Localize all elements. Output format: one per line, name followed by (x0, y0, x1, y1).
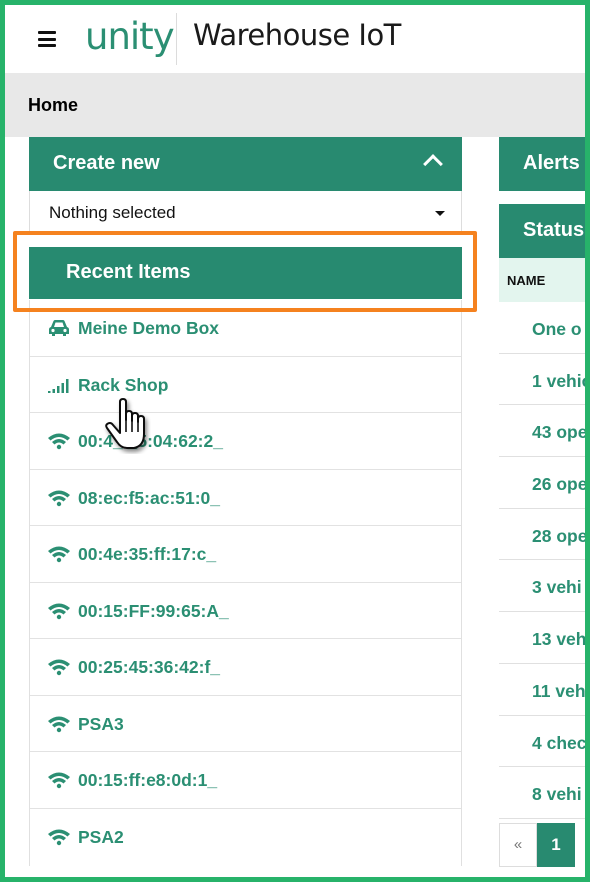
row-name: 4 chec (532, 732, 585, 753)
chevron-up-icon[interactable] (423, 154, 443, 174)
status-table-header: NAME (499, 258, 585, 302)
row-name: One o (532, 319, 582, 339)
alerts-panel-header[interactable]: Alerts (499, 137, 585, 191)
signal-bars-icon (48, 378, 69, 393)
highlight-box (13, 231, 477, 312)
top-bar: unity Warehouse IoT (5, 5, 585, 73)
row-name: 28 ope (532, 525, 585, 546)
status-panel-header[interactable]: Status (499, 204, 585, 258)
wifi-icon (48, 716, 70, 732)
table-row[interactable]: 3 vehi (499, 560, 585, 613)
create-new-header[interactable]: Create new (29, 137, 462, 191)
wifi-icon (48, 829, 70, 845)
row-name: 43 ope (532, 422, 585, 443)
list-item[interactable]: PSA2 (30, 809, 461, 866)
list-item-label: 00:25:45:36:42:f_ (78, 657, 221, 677)
list-item-label: 00:4e:35:ff:17:c_ (78, 544, 217, 564)
row-name: 11 veh (532, 680, 585, 701)
column-header-name[interactable]: NAME (507, 273, 545, 288)
app-title: Warehouse IoT (193, 18, 401, 52)
table-row[interactable]: 11 veh (499, 663, 585, 716)
hamburger-icon[interactable] (38, 31, 56, 47)
list-item[interactable]: PSA3 (30, 696, 461, 752)
unity-logo[interactable]: unity (85, 15, 175, 58)
pagination: « 1 (499, 823, 585, 867)
list-item-label: Rack Shop (78, 374, 169, 395)
hand-pointer-icon (105, 398, 145, 449)
row-name: 8 vehi (532, 784, 582, 805)
wifi-icon (48, 433, 70, 450)
breadcrumb-home[interactable]: Home (28, 95, 78, 116)
wifi-icon (48, 659, 70, 676)
row-name: 3 vehi (532, 577, 582, 598)
table-row[interactable]: 13 veh (499, 612, 585, 664)
list-item[interactable]: 00:25:45:36:42:f_ (30, 639, 461, 696)
status-table: One o 1 vehic 43 ope 26 ope 28 ope 3 veh… (499, 302, 585, 819)
wifi-icon (48, 546, 70, 563)
frame-edge (585, 0, 590, 882)
caret-down-icon (435, 211, 445, 216)
list-item-label: PSA3 (78, 713, 124, 734)
list-item[interactable]: 08:ec:f5:ac:51:0_ (30, 470, 461, 526)
create-new-title: Create new (53, 152, 160, 174)
list-item[interactable]: 00:4e:35:ff:17:c_ (30, 526, 461, 583)
car-icon (49, 320, 69, 336)
list-item-label: PSA2 (78, 826, 124, 847)
pagination-page-current[interactable]: 1 (537, 823, 575, 867)
list-item[interactable]: Rack Shop (30, 357, 461, 413)
list-item-label: Meine Demo Box (78, 318, 219, 338)
table-row[interactable]: 43 ope (499, 405, 585, 458)
wifi-icon (48, 772, 70, 789)
list-item[interactable]: 00:4_ _5:04:62:2_ (30, 413, 461, 470)
table-row[interactable]: 8 vehi (499, 767, 585, 819)
wifi-icon (48, 603, 70, 619)
list-item-label: 00:15:ff:e8:0d:1_ (78, 770, 218, 790)
pagination-prev[interactable]: « (499, 823, 537, 867)
list-item-label: 00:15:FF:99:65:A_ (78, 600, 229, 621)
breadcrumb-bar: Home (5, 73, 585, 137)
row-name: 13 veh (532, 629, 585, 650)
list-item-label: 08:ec:f5:ac:51:0_ (78, 487, 221, 508)
create-new-select[interactable]: Nothing selected (29, 191, 462, 235)
wifi-icon (48, 490, 70, 506)
recent-items-list: Meine Demo Box Rack Shop 00:4_ _5:04:62:… (29, 300, 462, 866)
alerts-title: Alerts (523, 152, 580, 174)
table-row[interactable]: 4 chec (499, 715, 585, 768)
table-row[interactable]: 1 vehic (499, 353, 585, 406)
status-title: Status (523, 219, 585, 241)
select-value: Nothing selected (49, 203, 176, 222)
header-divider (176, 13, 177, 65)
row-name: 26 ope (532, 474, 585, 495)
row-name: 1 vehic (532, 370, 585, 391)
table-row[interactable]: 28 ope (499, 508, 585, 561)
table-row[interactable]: One o (499, 302, 585, 354)
list-item[interactable]: 00:15:ff:e8:0d:1_ (30, 752, 461, 809)
table-row[interactable]: 26 ope (499, 457, 585, 509)
list-item[interactable]: 00:15:FF:99:65:A_ (30, 583, 461, 639)
